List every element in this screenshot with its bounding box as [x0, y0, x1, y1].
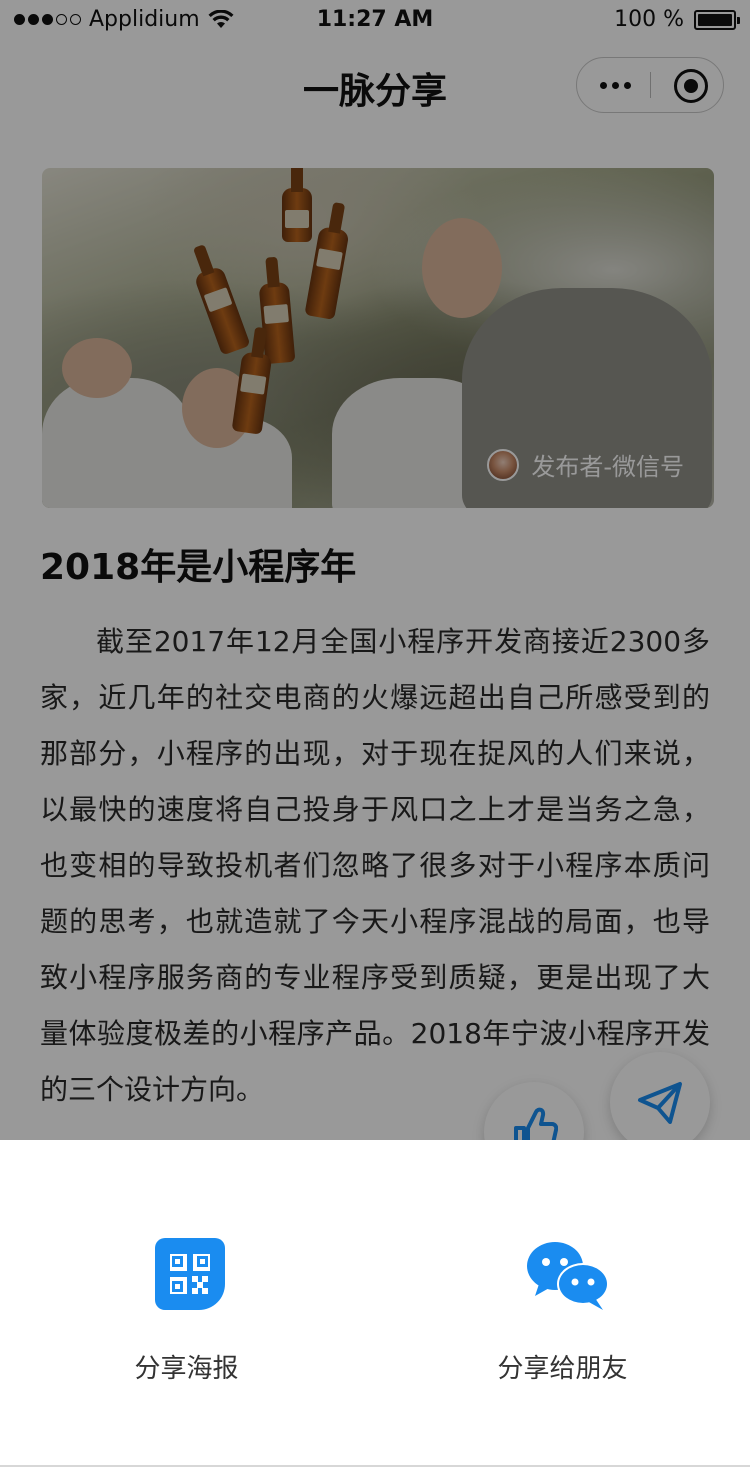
share-friend-label: 分享给朋友 [497, 1354, 628, 1384]
share-friend-option[interactable]: 分享给朋友 [375, 1140, 750, 1467]
share-poster-option[interactable]: 分享海报 [0, 1140, 375, 1467]
modal-overlay[interactable] [0, 0, 750, 1140]
wechat-icon [527, 1242, 609, 1310]
share-poster-label: 分享海报 [134, 1354, 239, 1384]
qr-code-icon [155, 1238, 225, 1310]
share-sheet: 分享海报 分享给朋友 [0, 1140, 750, 1467]
